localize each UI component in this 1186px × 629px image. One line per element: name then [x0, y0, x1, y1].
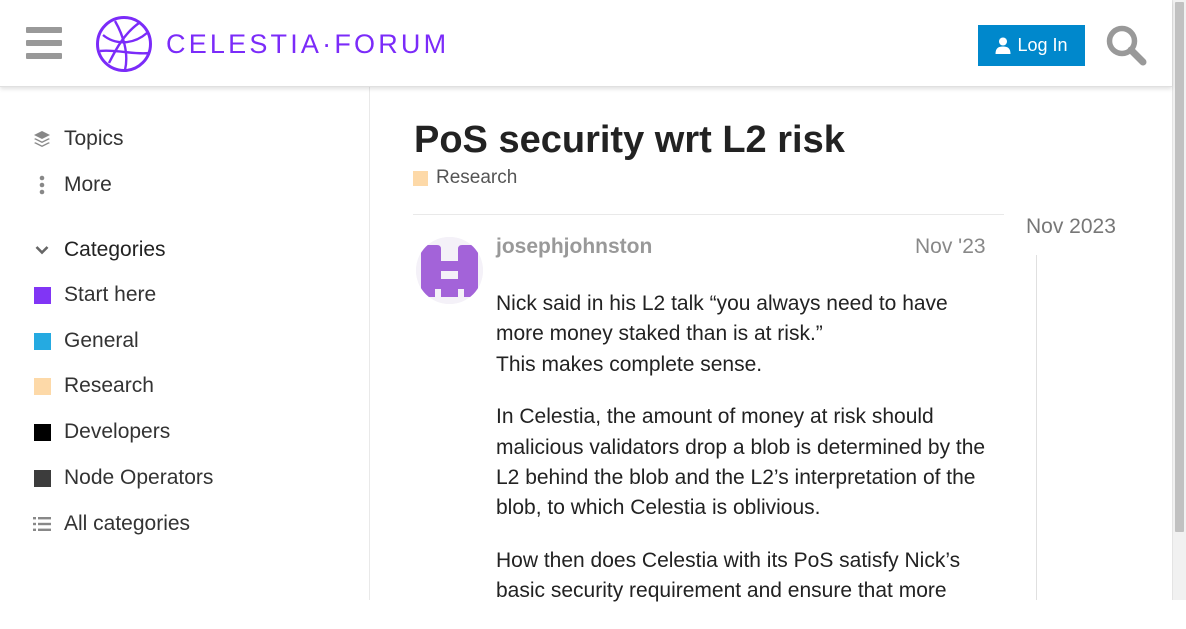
category-color-swatch	[32, 422, 52, 442]
post-text: How then does Celestia with its PoS sati…	[496, 548, 961, 603]
page-scrollbar[interactable]	[1172, 0, 1186, 600]
post-author-username[interactable]: josephjohnston	[496, 235, 652, 259]
scrollbar-thumb[interactable]	[1175, 2, 1184, 532]
celestia-logo-icon[interactable]	[95, 15, 153, 73]
categories-heading: Categories	[64, 238, 166, 261]
post-text: This makes complete sense.	[496, 352, 763, 376]
post-date[interactable]: Nov '23	[915, 235, 986, 259]
timeline-scroll-track[interactable]	[1036, 255, 1037, 600]
timeline-start-date[interactable]: Nov 2023	[1026, 215, 1116, 239]
divider	[413, 214, 1004, 215]
avatar[interactable]	[416, 237, 483, 304]
topic-title: PoS security wrt L2 risk	[414, 119, 845, 161]
category-color-swatch	[32, 285, 52, 305]
sidebar-item-label: Start here	[64, 283, 157, 306]
post-text: In Celestia, the amount of money at risk…	[496, 405, 986, 520]
sidebar-item-label: More	[64, 173, 112, 196]
category-swatch	[33, 286, 51, 304]
post-paragraph: Nick said in his L2 talk “you always nee…	[496, 289, 986, 380]
search-icon[interactable]	[1105, 24, 1147, 66]
post-paragraph: In Celestia, the amount of money at risk…	[496, 402, 986, 524]
sidebar-item-label: General	[64, 329, 139, 352]
sidebar: Topics More Categories Start here Genera…	[0, 87, 370, 600]
topic-category-badge[interactable]: Research	[413, 167, 517, 189]
category-swatch	[33, 423, 51, 441]
topic-category-label: Research	[436, 167, 518, 188]
post-paragraph: How then does Celestia with its PoS sati…	[496, 546, 986, 607]
sidebar-item-label: Developers	[64, 420, 171, 443]
post-text: Nick said in his L2 talk “you always nee…	[496, 292, 948, 346]
vertical-ellipsis-icon	[32, 175, 52, 195]
logo-text[interactable]: CELESTIA·FORUM	[166, 29, 449, 60]
user-icon	[995, 37, 1011, 54]
category-color-swatch	[32, 468, 52, 488]
sidebar-item-label: Node Operators	[64, 466, 214, 489]
chevron-down-icon	[32, 240, 52, 260]
category-color-swatch	[32, 331, 52, 351]
category-color-swatch	[32, 376, 52, 396]
site-header: CELESTIA·FORUM Log In	[0, 0, 1172, 87]
login-button[interactable]: Log In	[978, 25, 1085, 66]
layers-icon	[32, 129, 52, 149]
category-swatch	[33, 332, 51, 350]
sidebar-item-label: Topics	[64, 127, 124, 150]
category-swatch	[33, 469, 51, 487]
category-swatch	[33, 377, 51, 395]
list-icon	[32, 514, 52, 534]
post-body: Nick said in his L2 talk “you always nee…	[496, 289, 986, 629]
user-avatar-icon	[416, 237, 483, 304]
sidebar-item-label: Research	[64, 374, 154, 397]
category-swatch	[413, 170, 428, 186]
hamburger-menu-icon[interactable]	[26, 27, 62, 59]
login-label: Log In	[1017, 35, 1068, 55]
sidebar-item-label: All categories	[64, 512, 191, 535]
